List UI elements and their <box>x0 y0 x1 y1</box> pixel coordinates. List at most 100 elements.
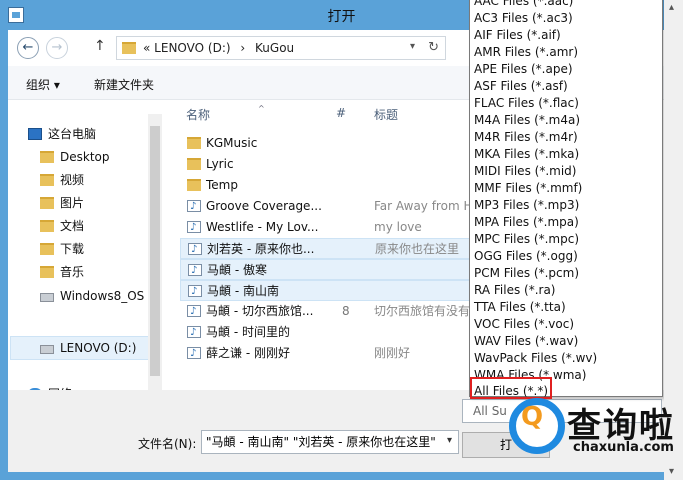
nav-item-desktop[interactable]: Desktop <box>40 147 110 167</box>
file-type-option[interactable]: APE Files (*.ape) <box>474 61 658 78</box>
nav-item-pictures[interactable]: 图片 <box>40 193 84 213</box>
file-type-option[interactable]: AC3 Files (*.ac3) <box>474 10 658 27</box>
nav-label: 图片 <box>60 196 85 210</box>
file-list: 名称 ^ # 标题 KGMusic Lyric Temp Groove Cover… <box>178 100 478 390</box>
folder-icon <box>187 158 201 170</box>
file-row[interactable]: Westlife - My Lov... my love <box>180 217 478 238</box>
file-row[interactable]: 马頔 - 切尔西旅馆... 8 切尔西旅馆有没有 <box>180 301 478 322</box>
forward-button[interactable]: → <box>46 37 68 59</box>
chevron-down-icon[interactable]: ▾ <box>410 41 415 52</box>
scroll-up-icon[interactable]: ▴ <box>669 2 674 13</box>
file-type-option[interactable]: M4R Files (*.m4r) <box>474 129 658 146</box>
computer-icon <box>28 128 42 140</box>
scroll-thumb[interactable] <box>150 126 160 376</box>
folder-icon <box>40 197 54 209</box>
file-type-option[interactable]: PCM Files (*.pcm) <box>474 265 658 282</box>
file-type-option[interactable]: AMR Files (*.amr) <box>474 44 658 61</box>
drive-icon <box>40 293 54 302</box>
breadcrumb-overflow[interactable]: « <box>143 41 150 55</box>
audio-file-icon <box>188 281 202 302</box>
column-header-name[interactable]: 名称 ^ <box>186 104 265 123</box>
audio-file-icon <box>188 239 202 260</box>
refresh-icon[interactable]: ↻ <box>428 40 439 55</box>
breadcrumb-folder[interactable]: KuGou <box>255 41 294 55</box>
file-row[interactable]: Groove Coverage... Far Away from H <box>180 196 478 217</box>
file-name: Groove Coverage... <box>206 199 322 213</box>
file-type-option[interactable]: TTA Files (*.tta) <box>474 299 658 316</box>
file-type-option[interactable]: MPA Files (*.mpa) <box>474 214 658 231</box>
file-number: 8 <box>342 304 350 318</box>
file-type-option[interactable]: M4A Files (*.m4a) <box>474 112 658 129</box>
nav-item-lenovo-drive[interactable]: LENOVO (D:) <box>40 338 136 358</box>
nav-label: 视频 <box>60 173 85 187</box>
up-button[interactable]: ↑ <box>94 38 106 54</box>
file-row[interactable]: Temp <box>180 175 478 196</box>
file-row[interactable]: Lyric <box>180 154 478 175</box>
folder-icon <box>187 179 201 191</box>
audio-file-icon <box>187 301 201 322</box>
chevron-down-icon[interactable]: ▾ <box>447 435 452 446</box>
file-row-selected[interactable]: 刘若英 - 原来你也... 原来你也在这里 <box>180 238 478 260</box>
file-name: 薛之谦 - 刚刚好 <box>206 346 290 360</box>
filename-input[interactable]: "马頔 - 南山南" "刘若英 - 原来你也在这里" <box>201 430 459 454</box>
file-row-selected[interactable]: 马頔 - 南山南 <box>180 280 478 302</box>
file-row[interactable]: KGMusic <box>180 133 478 154</box>
file-type-option[interactable]: WAV Files (*.wav) <box>474 333 658 350</box>
audio-file-icon <box>187 343 201 364</box>
file-type-option[interactable]: ASF Files (*.asf) <box>474 78 658 95</box>
folder-icon <box>40 174 54 186</box>
file-name: 马頔 - 时间里的 <box>206 325 290 339</box>
column-header-title[interactable]: 标题 <box>374 106 398 123</box>
file-type-dropdown: AAC Files (*.aac) AC3 Files (*.ac3) AIF … <box>469 0 663 399</box>
file-type-option[interactable]: MMF Files (*.mmf) <box>474 180 658 197</box>
file-name: Lyric <box>206 157 234 171</box>
file-type-option[interactable]: MPC Files (*.mpc) <box>474 231 658 248</box>
nav-item-windows-drive[interactable]: Windows8_OS ( <box>40 286 153 306</box>
nav-item-downloads[interactable]: 下载 <box>40 239 84 259</box>
column-header-number[interactable]: # <box>336 106 346 120</box>
file-row[interactable]: 薛之谦 - 刚刚好 刚刚好 <box>180 343 478 364</box>
watermark-logo: Q 查询啦 chaxunla.com <box>507 394 679 462</box>
folder-icon <box>40 220 54 232</box>
file-title: my love <box>374 220 422 234</box>
organize-button[interactable]: 组织 ▾ <box>26 76 60 93</box>
file-type-option[interactable]: MP3 Files (*.mp3) <box>474 197 658 214</box>
nav-label: LENOVO (D:) <box>60 341 137 355</box>
nav-item-this-pc[interactable]: 这台电脑 <box>28 124 96 144</box>
file-type-option[interactable]: MKA Files (*.mka) <box>474 146 658 163</box>
audio-file-icon <box>187 196 201 217</box>
file-type-option[interactable]: OGG Files (*.ogg) <box>474 248 658 265</box>
breadcrumb: « LENOVO (D:) › KuGou <box>143 41 294 55</box>
file-type-option[interactable]: MIDI Files (*.mid) <box>474 163 658 180</box>
nav-label: 音乐 <box>60 265 85 279</box>
file-name: 马頔 - 切尔西旅馆... <box>206 304 314 318</box>
file-type-option[interactable]: AIF Files (*.aif) <box>474 27 658 44</box>
nav-item-music[interactable]: 音乐 <box>40 262 84 282</box>
file-name: Westlife - My Lov... <box>206 220 319 234</box>
file-title: 刚刚好 <box>374 346 411 360</box>
file-type-option[interactable]: AAC Files (*.aac) <box>474 0 658 10</box>
nav-scrollbar[interactable] <box>148 114 162 390</box>
file-row-selected[interactable]: 马頔 - 傲寒 <box>180 259 478 281</box>
nav-item-videos[interactable]: 视频 <box>40 170 84 190</box>
scroll-down-icon[interactable]: ▾ <box>669 466 674 477</box>
folder-icon <box>40 266 54 278</box>
filename-label: 文件名(N): <box>138 437 197 451</box>
nav-item-documents[interactable]: 文档 <box>40 216 84 236</box>
breadcrumb-drive[interactable]: LENOVO (D:) <box>154 41 230 55</box>
file-type-option[interactable]: RA Files (*.ra) <box>474 282 658 299</box>
sort-ascending-icon: ^ <box>258 104 265 113</box>
nav-label: 这台电脑 <box>48 127 97 141</box>
address-bar[interactable]: « LENOVO (D:) › KuGou ▾ ↻ <box>116 36 446 60</box>
back-button[interactable]: ← <box>17 37 39 59</box>
new-folder-button[interactable]: 新建文件夹 <box>94 76 154 93</box>
file-type-option[interactable]: FLAC Files (*.flac) <box>474 95 658 112</box>
file-type-option[interactable]: WavPack Files (*.wv) <box>474 350 658 367</box>
file-type-option[interactable]: VOC Files (*.voc) <box>474 316 658 333</box>
folder-icon <box>187 137 201 149</box>
watermark-url: chaxunla.com <box>573 440 674 455</box>
file-row[interactable]: 马頔 - 时间里的 <box>180 322 478 343</box>
breadcrumb-separator[interactable]: › <box>240 41 245 55</box>
open-file-dialog: 打开 ← → ↑ « LENOVO (D:) › KuGou ▾ ↻ 组织 ▾ <box>0 0 683 480</box>
file-title: Far Away from H <box>374 199 473 213</box>
